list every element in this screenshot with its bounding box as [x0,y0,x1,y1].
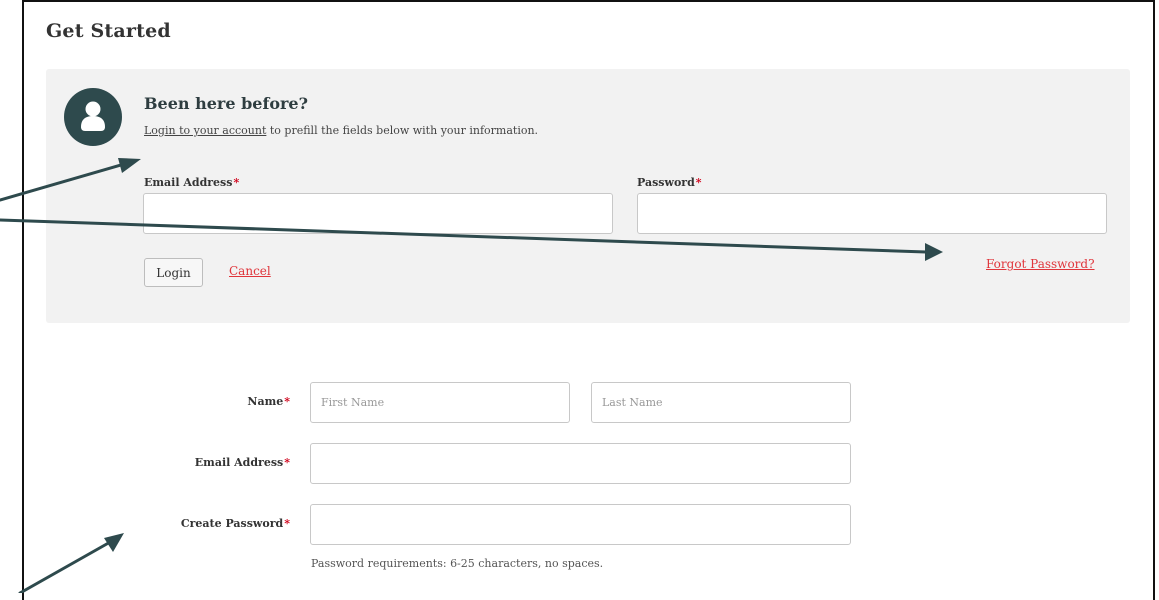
login-button[interactable]: Login [144,258,203,287]
login-email-label-text: Email Address [144,176,233,189]
name-label-text: Name [247,395,284,408]
cancel-link[interactable]: Cancel [229,264,271,278]
user-icon [64,88,122,146]
login-password-label: Password* [637,176,702,189]
create-password-label: Create Password* [181,517,290,530]
required-marker: * [233,176,240,189]
login-panel-subtext: Login to your account to prefill the fie… [144,124,538,137]
signup-email-label: Email Address* [195,456,290,469]
first-name-input[interactable] [310,382,570,423]
password-requirements-hint: Password requirements: 6-25 characters, … [311,557,604,570]
login-password-input[interactable] [637,193,1107,234]
create-password-label-text: Create Password [180,517,284,530]
required-marker: * [284,395,290,408]
last-name-input[interactable] [591,382,851,423]
login-email-label: Email Address* [144,176,239,189]
login-panel-subtext-rest: to prefill the fields below with your in… [266,124,539,137]
forgot-password-link[interactable]: Forgot Password? [986,257,1095,271]
required-marker: * [284,456,290,469]
name-label: Name* [247,395,290,408]
login-panel-heading: Been here before? [144,94,308,113]
login-to-account-link[interactable]: Login to your account [144,124,266,137]
page-title: Get Started [46,20,171,42]
create-password-input[interactable] [310,504,851,545]
signup-email-input[interactable] [310,443,851,484]
signup-email-label-text: Email Address [194,456,284,469]
required-marker: * [284,517,290,530]
login-password-label-text: Password [637,176,695,189]
required-marker: * [695,176,702,189]
login-email-input[interactable] [143,193,613,234]
